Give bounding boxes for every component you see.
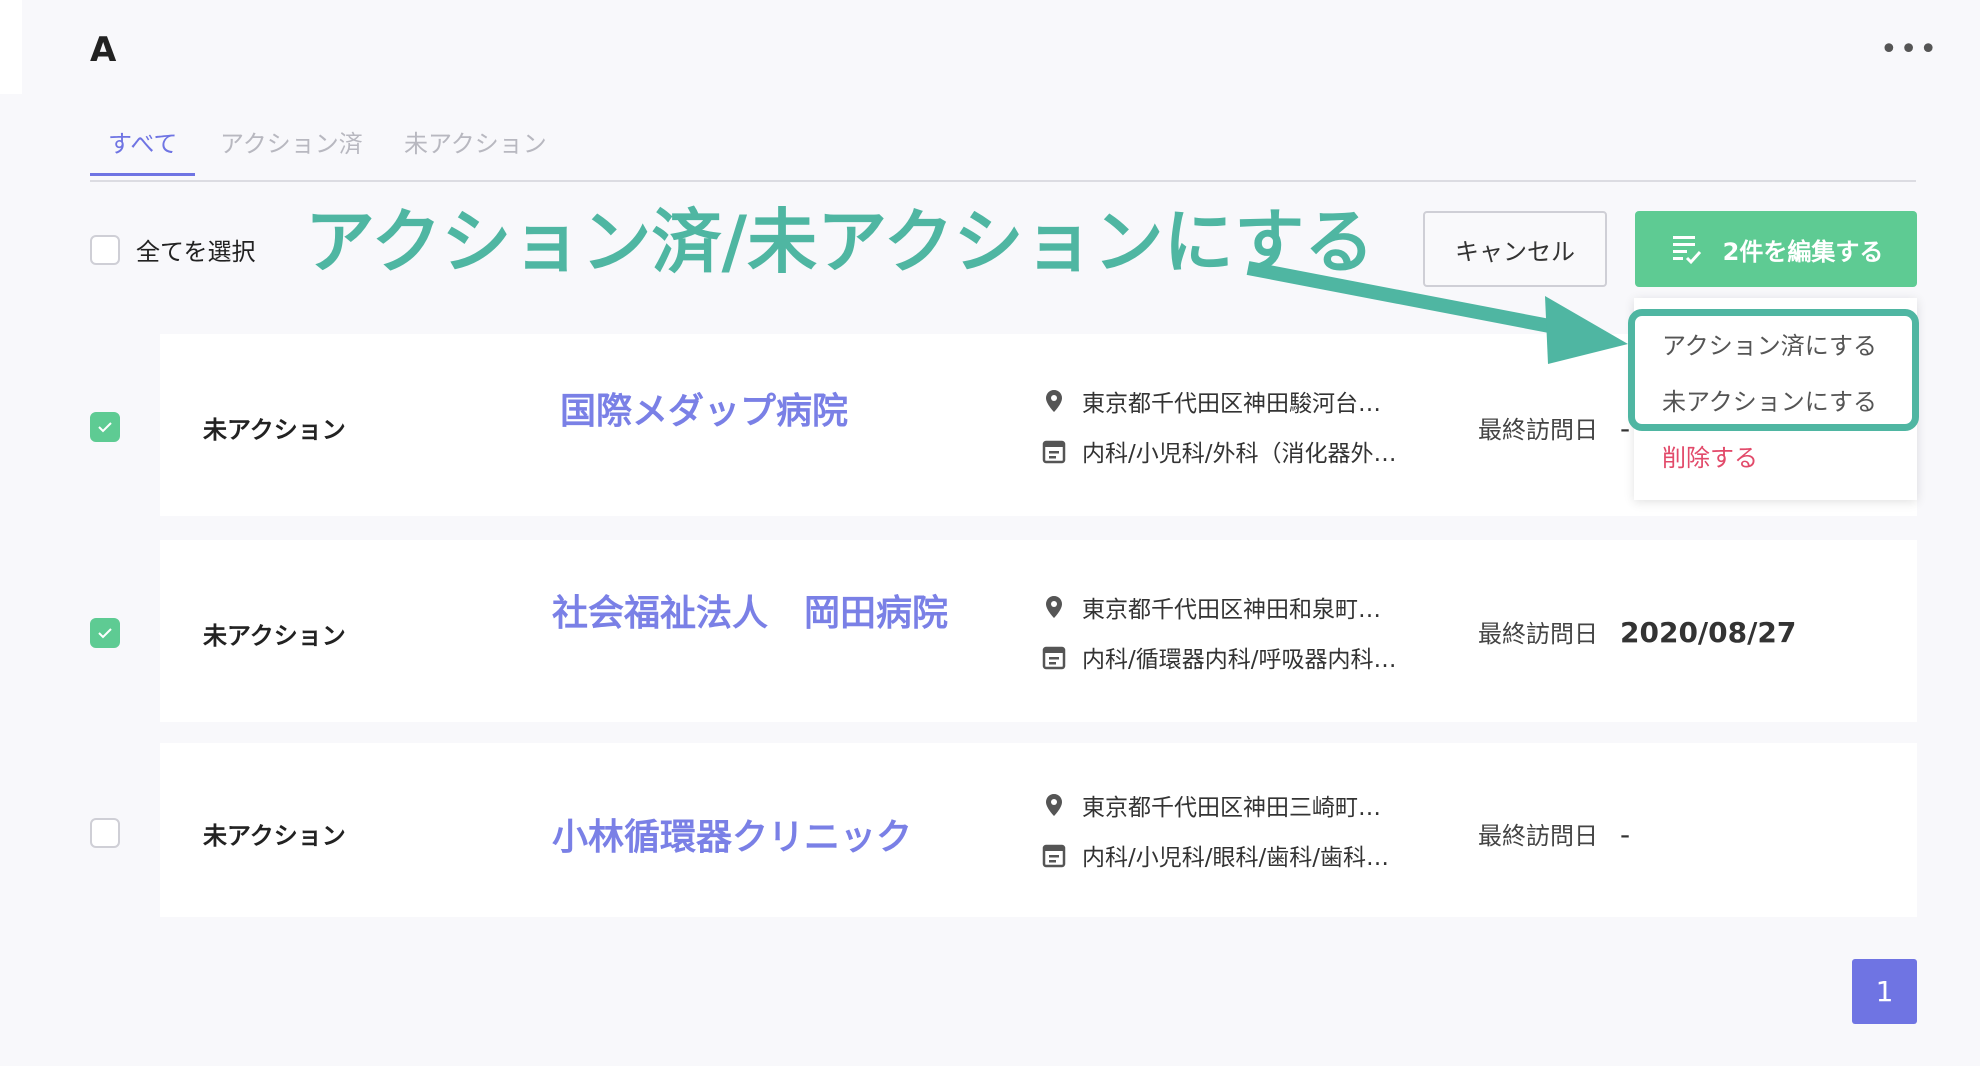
pagination-page-current[interactable]: 1 bbox=[1852, 959, 1917, 1024]
annotation-arrow-icon bbox=[1246, 261, 1628, 364]
